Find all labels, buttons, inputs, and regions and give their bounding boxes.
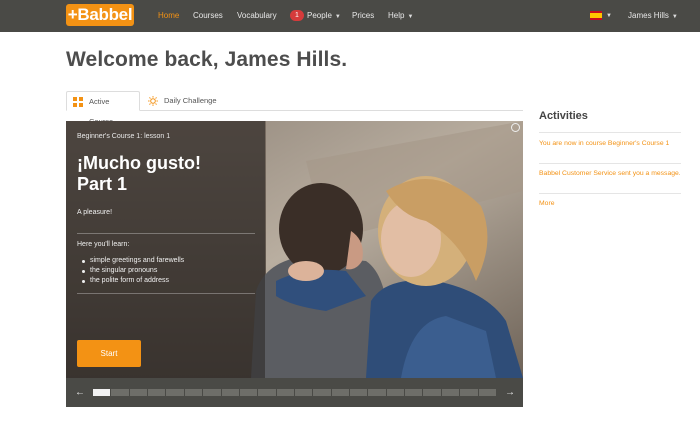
activity-text: sent you a message. bbox=[616, 170, 681, 177]
nav-prices[interactable]: Prices bbox=[352, 0, 374, 32]
top-navbar: +Babbel Home Courses Vocabulary 1 People ▼… bbox=[0, 0, 700, 32]
activities-title: Activities bbox=[539, 110, 588, 122]
chevron-down-icon: ▼ bbox=[407, 14, 414, 20]
divider bbox=[77, 293, 255, 294]
nav-vocabulary[interactable]: Vocabulary bbox=[237, 0, 277, 32]
progress-segment[interactable] bbox=[386, 389, 405, 396]
list-item: the singular pronouns bbox=[81, 266, 184, 276]
tab-daily-challenge[interactable]: Daily Challenge bbox=[142, 91, 232, 111]
progress-segment[interactable] bbox=[239, 389, 258, 396]
learn-label: Here you'll learn: bbox=[77, 241, 130, 248]
lesson-title: ¡Mucho gusto! Part 1 bbox=[77, 153, 257, 195]
divider bbox=[539, 193, 681, 194]
chevron-down-icon: ▼ bbox=[671, 14, 678, 20]
page-title: Welcome back, James Hills. bbox=[66, 48, 348, 71]
nav-people-label: People bbox=[307, 11, 332, 20]
progress-segment[interactable] bbox=[93, 389, 111, 396]
divider bbox=[539, 163, 681, 164]
divider bbox=[539, 132, 681, 133]
list-item: simple greetings and farewells bbox=[81, 257, 185, 264]
progress-segment[interactable] bbox=[350, 389, 368, 396]
progress-segment[interactable] bbox=[368, 389, 386, 396]
lesson-title-line2: Part 1 bbox=[77, 174, 128, 194]
progress-segment[interactable] bbox=[148, 389, 166, 396]
progress-segment[interactable] bbox=[460, 389, 478, 396]
notification-badge: 1 bbox=[290, 10, 304, 21]
grid-icon bbox=[73, 97, 83, 107]
activity-link[interactable]: Babbel Customer Service bbox=[539, 170, 616, 177]
progress-segment[interactable] bbox=[129, 389, 148, 396]
activity-link[interactable]: Beginner's Course 1 bbox=[608, 140, 669, 147]
progress-segment[interactable] bbox=[184, 389, 203, 396]
nav-help-label: Help bbox=[388, 11, 405, 20]
progress-segment[interactable] bbox=[478, 389, 496, 396]
progress-segments bbox=[93, 389, 496, 396]
course-hero: Beginner's Course 1: lesson 1 ¡Mucho gus… bbox=[66, 121, 523, 378]
arrow-left-icon[interactable]: ← bbox=[75, 378, 85, 407]
spain-flag-icon[interactable] bbox=[590, 11, 602, 20]
chevron-down-icon: ▼ bbox=[334, 14, 341, 20]
babbel-logo[interactable]: +Babbel bbox=[66, 4, 134, 26]
lesson-label: Beginner's Course 1: lesson 1 bbox=[77, 133, 171, 140]
progress-segment[interactable] bbox=[441, 389, 460, 396]
progress-segment[interactable] bbox=[313, 389, 331, 396]
nav-help[interactable]: Help ▼ bbox=[388, 0, 413, 32]
info-icon[interactable] bbox=[511, 123, 520, 132]
progress-segment[interactable] bbox=[203, 389, 221, 396]
progress-segment[interactable] bbox=[331, 389, 350, 396]
activity-text: You are now in course bbox=[539, 140, 608, 147]
user-name: James Hills bbox=[628, 11, 669, 20]
progress-segment[interactable] bbox=[111, 389, 129, 396]
tab-label: Daily Challenge bbox=[164, 96, 217, 105]
progress-segment[interactable] bbox=[423, 389, 441, 396]
progress-segment[interactable] bbox=[221, 389, 239, 396]
progress-segment[interactable] bbox=[166, 389, 184, 396]
sun-icon bbox=[148, 96, 158, 106]
tab-active-course[interactable]: Active Course bbox=[66, 91, 140, 126]
nav-home[interactable]: Home bbox=[158, 0, 179, 32]
start-button[interactable]: Start bbox=[77, 340, 141, 367]
progress-segment[interactable] bbox=[294, 389, 313, 396]
progress-segment[interactable] bbox=[258, 389, 276, 396]
nav-people[interactable]: 1 People ▼ bbox=[290, 0, 341, 32]
lesson-subtitle: A pleasure! bbox=[77, 209, 113, 216]
chevron-down-icon[interactable]: ▼ bbox=[606, 0, 612, 32]
nav-courses[interactable]: Courses bbox=[193, 0, 223, 32]
lesson-title-line1: ¡Mucho gusto! bbox=[77, 153, 201, 173]
user-menu[interactable]: James Hills ▼ bbox=[628, 0, 678, 32]
arrow-right-icon[interactable]: → bbox=[505, 378, 515, 407]
activity-item: Babbel Customer Service sent you a messa… bbox=[539, 169, 681, 179]
progress-segment[interactable] bbox=[276, 389, 294, 396]
list-item: the polite form of address bbox=[81, 276, 184, 286]
learn-list: simple greetings and farewells the singu… bbox=[81, 256, 185, 286]
more-link[interactable]: More bbox=[539, 199, 681, 209]
progress-segment[interactable] bbox=[405, 389, 423, 396]
lesson-progress-bar: ← → bbox=[66, 378, 523, 407]
divider bbox=[77, 233, 255, 234]
activity-item: You are now in course Beginner's Course … bbox=[539, 139, 681, 149]
